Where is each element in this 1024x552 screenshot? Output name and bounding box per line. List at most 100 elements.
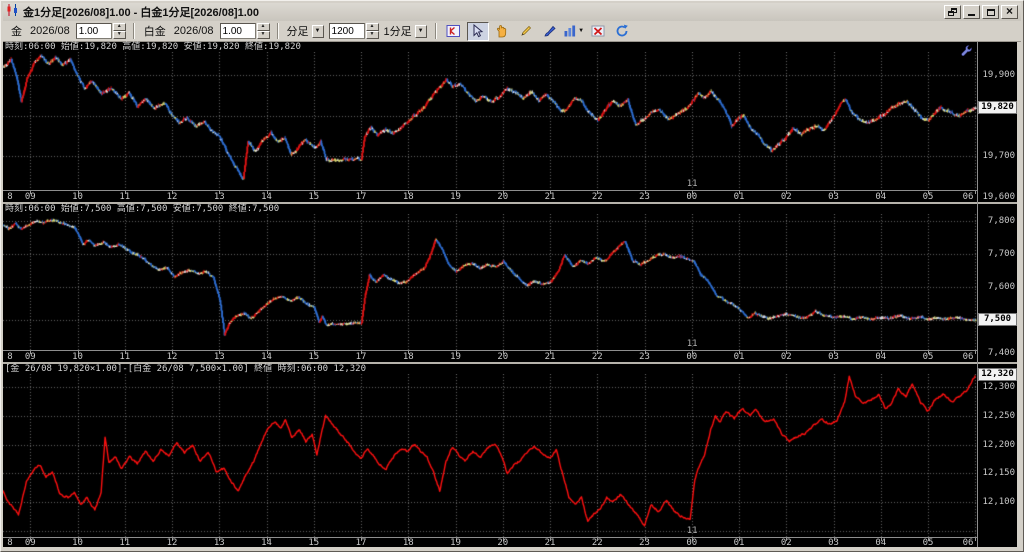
x-axis-hour-label: 00 bbox=[686, 192, 698, 202]
maximize-icon bbox=[986, 8, 995, 16]
clear-chart-icon bbox=[591, 25, 605, 37]
bar-mode-label: 分足 bbox=[286, 26, 309, 38]
x-axis-hour-label: 00 bbox=[686, 352, 698, 362]
spin-up-icon[interactable]: ▲ bbox=[256, 23, 270, 31]
x-axis-hour-label: 09 bbox=[24, 352, 36, 362]
chart-window: 金1分足[2026/08]1.00 - 白金1分足[2026/08]1.00 ×… bbox=[0, 0, 1024, 552]
gold-symbol-label: 金 bbox=[11, 26, 22, 38]
chart-info-bar: 時刻:06:00 始値:19,820 高値:19,820 安値:19,820 終… bbox=[5, 42, 301, 52]
x-axis-hour-label: 04 bbox=[875, 538, 887, 548]
clear-drawings-button[interactable] bbox=[587, 22, 609, 41]
gold-candle-chart[interactable] bbox=[3, 52, 977, 190]
x-axis-hour-label: 13 bbox=[213, 352, 225, 362]
wrench-icon[interactable] bbox=[960, 44, 973, 62]
x-axis-hour-label: 22 bbox=[591, 192, 603, 202]
x-axis-hour-label: 01 bbox=[733, 192, 745, 202]
spread-line-chart[interactable] bbox=[3, 374, 977, 537]
x-axis-hour-label: 11 bbox=[119, 192, 131, 202]
window-right-border bbox=[1017, 42, 1023, 547]
x-axis-hour-label: 11 bbox=[119, 352, 131, 362]
maximize-button[interactable] bbox=[982, 5, 999, 19]
bar-count-stepper: ▲▼ bbox=[328, 23, 379, 39]
x-axis-hour-label: 06 bbox=[962, 352, 974, 362]
x-axis-hour-label: 18 bbox=[402, 538, 414, 548]
x-axis-hour-label: 19 bbox=[450, 538, 461, 548]
close-button[interactable]: × bbox=[1001, 5, 1018, 19]
x-axis-hour-label: 8 bbox=[7, 352, 13, 362]
x-axis-hour-label: 20 bbox=[497, 192, 509, 202]
toolbar-separator bbox=[276, 23, 279, 39]
current-price-box: 7,500 bbox=[978, 313, 1017, 327]
y-axis-price-label: 19,600 bbox=[982, 191, 1015, 202]
y-axis-price-label: 7,400 bbox=[987, 348, 1015, 359]
x-axis-hour-label: 19 bbox=[450, 352, 461, 362]
x-axis-hour-label: 14 bbox=[261, 352, 272, 362]
x-axis-hour-label: 23 bbox=[639, 352, 650, 362]
interval-dropdown[interactable]: 1分足 ▼ bbox=[384, 23, 427, 39]
minimize-button[interactable] bbox=[963, 5, 980, 19]
x-axis-hour-label: 01 bbox=[733, 352, 745, 362]
date-label: 11 bbox=[686, 526, 698, 536]
title-bar[interactable]: 金1分足[2026/08]1.00 - 白金1分足[2026/08]1.00 × bbox=[3, 3, 1021, 21]
x-axis-hour-label: 09 bbox=[24, 538, 36, 548]
x-axis-hour-label: 03 bbox=[828, 352, 839, 362]
chevron-down-icon[interactable]: ▼ bbox=[414, 24, 427, 38]
y-axis-price-label: 19,700 bbox=[982, 151, 1015, 162]
spin-down-icon[interactable]: ▼ bbox=[112, 31, 126, 39]
y-axis-price-label: 12,100 bbox=[982, 497, 1015, 508]
toolbar-separator bbox=[434, 23, 437, 39]
pan-tool-button[interactable] bbox=[491, 22, 513, 41]
x-axis-hour-label: 22 bbox=[591, 538, 603, 548]
toolbar-separator bbox=[132, 23, 135, 39]
gold-multiplier-spin[interactable]: ▲ ▼ bbox=[112, 23, 126, 39]
platinum-multiplier-spin[interactable]: ▲ ▼ bbox=[256, 23, 270, 39]
x-axis-hour-label: 11 bbox=[119, 538, 131, 548]
restore-button[interactable] bbox=[944, 5, 961, 19]
bar-count-input[interactable] bbox=[328, 23, 365, 39]
cursor-tool-button[interactable] bbox=[466, 21, 489, 41]
x-axis-hour-label: 22 bbox=[591, 352, 603, 362]
plot-axis-line bbox=[3, 190, 977, 191]
gold-multiplier-input[interactable] bbox=[75, 23, 112, 39]
x-axis-hour-label: 12 bbox=[166, 538, 178, 548]
bar-count-spin[interactable]: ▲ ▼ bbox=[365, 23, 379, 39]
y-axis-price-label: 7,700 bbox=[987, 248, 1015, 259]
gold-month-label: 2026/08 bbox=[30, 25, 70, 37]
current-price-box: 12,320 bbox=[978, 368, 1017, 382]
x-axis-hour-label: 12 bbox=[166, 352, 178, 362]
chart-type-button[interactable]: ▼ bbox=[563, 22, 585, 41]
close-icon: × bbox=[1005, 4, 1013, 18]
interval-label: 1分足 bbox=[383, 26, 412, 38]
hand-icon bbox=[496, 25, 506, 38]
gold-multiplier-stepper: ▲▼ bbox=[75, 23, 126, 39]
x-axis-hour-label: 00 bbox=[686, 538, 698, 548]
platinum-multiplier-stepper: ▲▼ bbox=[219, 23, 270, 39]
x-axis-hour-label: 21 bbox=[544, 192, 556, 202]
date-label: 11 bbox=[686, 339, 698, 349]
x-axis-hour-label: 19 bbox=[450, 192, 461, 202]
x-axis-hour-label: 20 bbox=[497, 352, 509, 362]
bar-mode-dropdown[interactable]: 分足 ▼ bbox=[287, 23, 324, 39]
spin-down-icon[interactable]: ▼ bbox=[256, 31, 270, 39]
axis-scale-button[interactable] bbox=[443, 22, 465, 41]
x-axis-hour-label: 17 bbox=[355, 538, 367, 548]
x-axis-hour-label: 09 bbox=[24, 192, 36, 202]
x-axis-hour-label: 8 bbox=[7, 192, 13, 202]
axis-border-line bbox=[977, 42, 978, 547]
x-axis-hour-label: 04 bbox=[875, 192, 887, 202]
platinum-candle-chart[interactable] bbox=[3, 214, 977, 350]
spin-up-icon[interactable]: ▲ bbox=[112, 23, 126, 31]
x-axis-hour-label: 18 bbox=[402, 192, 414, 202]
x-axis-hour-label: 15 bbox=[308, 192, 320, 202]
chevron-down-icon[interactable]: ▼ bbox=[578, 28, 584, 34]
platinum-multiplier-input[interactable] bbox=[219, 23, 256, 39]
chevron-down-icon[interactable]: ▼ bbox=[311, 24, 324, 38]
draw-brush-button[interactable] bbox=[539, 22, 561, 41]
spin-down-icon[interactable]: ▼ bbox=[365, 31, 379, 39]
x-axis-hour-label: 18 bbox=[402, 352, 414, 362]
date-label: 11 bbox=[686, 179, 698, 189]
spin-up-icon[interactable]: ▲ bbox=[365, 23, 379, 31]
refresh-button[interactable] bbox=[611, 22, 633, 41]
x-axis-hour-label: 10 bbox=[72, 352, 83, 362]
draw-line-button[interactable] bbox=[515, 22, 537, 41]
